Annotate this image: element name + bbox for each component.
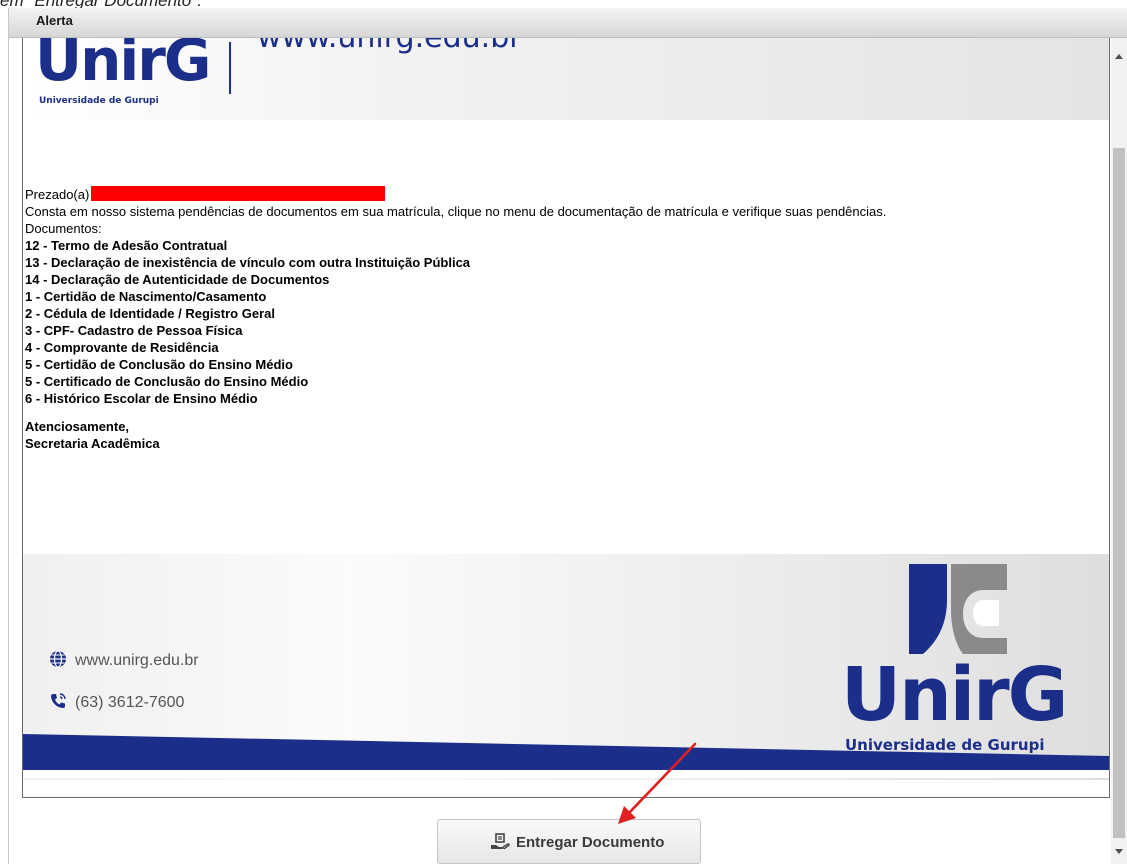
dialog-title: Alerta <box>36 13 73 28</box>
document-item: 12 - Termo de Adesão Contratual <box>25 238 228 253</box>
footer-logo-wordmark: UnirG <box>841 652 1068 738</box>
screen: em "Entregar Documento". Alerta UnirG Un… <box>0 0 1127 864</box>
footer-logo-subtitle: Universidade de Gurupi <box>845 736 1045 754</box>
logo-wordmark: UnirG <box>35 38 211 94</box>
document-item: 1 - Certidão de Nascimento/Casamento <box>25 289 267 304</box>
header-url: www.unirg.edu.br <box>257 38 522 55</box>
document-item: 5 - Certidão de Conclusão do Ensino Médi… <box>25 357 293 372</box>
document-item: 14 - Declaração de Autenticidade de Docu… <box>25 272 330 287</box>
unirg-emblem-icon <box>909 564 1007 654</box>
redacted-name <box>91 186 386 201</box>
deliver-document-label: Entregar Documento <box>516 834 665 851</box>
unirg-logo-footer: UnirG Universidade de Gurupi <box>833 560 1103 760</box>
logo-divider <box>229 42 231 94</box>
documents-heading: Documentos: <box>25 221 102 236</box>
dialog-titlebar[interactable]: Alerta <box>9 8 1127 38</box>
vertical-scrollbar[interactable] <box>1111 38 1127 864</box>
globe-icon <box>50 650 66 668</box>
intro-text: Consta em nosso sistema pendências de do… <box>25 204 887 219</box>
document-item: 13 - Declaração de inexistência de víncu… <box>25 255 471 270</box>
document-item: 5 - Certificado de Conclusão do Ensino M… <box>25 374 309 389</box>
website-text: www.unirg.edu.br <box>75 652 199 669</box>
document-item: 2 - Cédula de Identidade / Registro Gera… <box>25 306 275 321</box>
logo-subtitle: Universidade de Gurupi <box>39 96 159 106</box>
document-hand-icon <box>491 833 510 850</box>
unirg-logo-header: UnirG Universidade de Gurupi <box>35 38 265 116</box>
scroll-down-icon[interactable] <box>1115 849 1123 854</box>
greeting-line: Prezado(a) <box>25 186 1095 203</box>
scrollbar-thumb[interactable] <box>1113 148 1125 838</box>
document-item: 3 - CPF- Cadastro de Pessoa Física <box>25 323 243 338</box>
document-item: 4 - Comprovante de Residência <box>25 340 219 355</box>
signature: Secretaria Acadêmica <box>25 436 160 451</box>
phone-contact: (63) 3612-7600 <box>49 692 184 712</box>
phone-text: (63) 3612-7600 <box>75 694 185 711</box>
email-frame: UnirG Universidade de Gurupi www.unirg.e… <box>22 38 1110 798</box>
greeting: Prezado(a) <box>25 187 90 202</box>
phone-icon <box>51 693 66 708</box>
closing: Atenciosamente, <box>25 419 130 434</box>
deliver-document-button[interactable]: Entregar Documento <box>437 819 701 864</box>
letter-body: Prezado(a) Consta em nosso sistema pendê… <box>25 186 1095 452</box>
scroll-up-icon[interactable] <box>1115 54 1123 59</box>
document-item: 6 - Histórico Escolar de Ensino Médio <box>25 391 258 406</box>
email-header: UnirG Universidade de Gurupi www.unirg.e… <box>23 38 1109 120</box>
alert-dialog: Alerta UnirG Universidade de Gurupi www.… <box>8 8 1127 864</box>
website-contact: www.unirg.edu.br <box>49 650 199 670</box>
